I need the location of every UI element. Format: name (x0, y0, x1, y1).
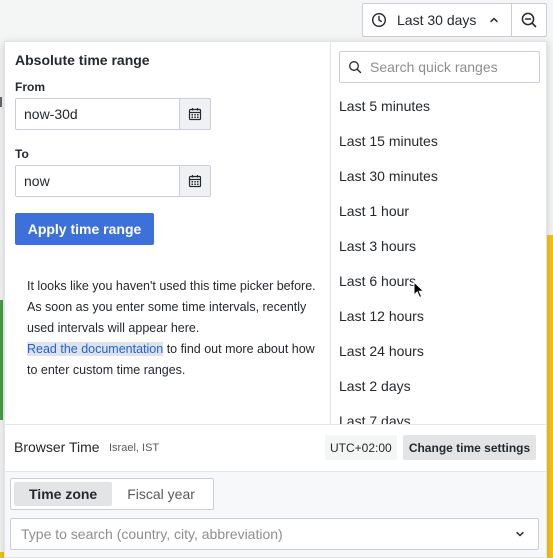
timezone-info-bar: Browser Time Israel, IST UTC+02:00 Chang… (5, 424, 546, 471)
timezone-location: Israel, IST (109, 442, 160, 454)
from-label: From (15, 80, 45, 94)
quick-ranges-list: Last 5 minutes Last 15 minutes Last 30 min… (331, 89, 546, 424)
quick-range-item[interactable]: Last 3 hours (331, 229, 546, 264)
zoom-out-button[interactable] (511, 3, 547, 37)
search-placeholder: Search quick ranges (370, 59, 498, 75)
quick-range-item[interactable]: Last 15 minutes (331, 124, 546, 159)
chevron-up-icon (488, 14, 500, 26)
calendar-icon (188, 174, 202, 188)
apply-time-range-button[interactable]: Apply time range (15, 213, 154, 245)
calendar-icon (188, 107, 202, 121)
timezone-search-select[interactable]: Type to search (country, city, abbreviat… (10, 518, 539, 550)
chevron-down-icon (514, 528, 526, 540)
quick-range-item[interactable]: Last 24 hours (331, 334, 546, 369)
clock-icon (371, 12, 387, 28)
tab-fiscal-year[interactable]: Fiscal year (112, 482, 210, 506)
tab-time-zone[interactable]: Time zone (14, 482, 113, 506)
from-calendar-button[interactable] (179, 98, 211, 130)
time-settings-tabs: Time zone Fiscal year (10, 478, 214, 510)
quick-range-item[interactable]: Last 12 hours (331, 299, 546, 334)
mouse-cursor-icon (413, 281, 425, 299)
background-series-edge (0, 300, 3, 420)
quick-range-item[interactable]: Last 7 days (331, 404, 546, 424)
empty-message-text: It looks like you haven't used this time… (27, 279, 316, 335)
time-picker-popover: Absolute time range From now-30d To now … (4, 41, 547, 558)
to-label: To (15, 147, 29, 161)
from-input[interactable]: now-30d (15, 98, 179, 130)
to-calendar-button[interactable] (179, 165, 211, 197)
time-settings-panel: Time zone Fiscal year Type to search (co… (5, 471, 546, 557)
to-field-group: now (15, 165, 211, 197)
timezone-search-placeholder: Type to search (country, city, abbreviat… (21, 526, 283, 542)
quick-range-item[interactable]: Last 6 hours (331, 264, 546, 299)
quick-range-item[interactable]: Last 5 minutes (331, 89, 546, 124)
change-time-settings-button[interactable]: Change time settings (403, 435, 536, 460)
absolute-range-section: Absolute time range From now-30d To now … (5, 42, 330, 424)
time-range-label: Last 30 days (397, 12, 477, 28)
background-tick (0, 97, 2, 107)
quick-range-item[interactable]: Last 1 hour (331, 194, 546, 229)
absolute-range-title: Absolute time range (15, 52, 150, 68)
timezone-label: Browser Time (14, 439, 100, 455)
quick-range-item[interactable]: Last 30 minutes (331, 159, 546, 194)
utc-offset-badge: UTC+02:00 (325, 435, 397, 460)
from-field-group: now-30d (15, 98, 211, 130)
quick-ranges-section: Search quick ranges Last 5 minutes Last 1… (331, 42, 546, 424)
search-icon (348, 60, 362, 74)
quick-ranges-search-input[interactable]: Search quick ranges (339, 51, 540, 83)
zoom-out-icon (520, 11, 538, 29)
time-range-picker-button[interactable]: Last 30 days (362, 3, 511, 37)
dashboard-toolbar: Last 30 days (0, 0, 553, 40)
quick-range-item[interactable]: Last 2 days (331, 369, 546, 404)
documentation-link[interactable]: Read the documentation (27, 342, 164, 356)
to-input[interactable]: now (15, 165, 179, 197)
recent-ranges-empty-message: It looks like you haven't used this time… (27, 276, 319, 381)
